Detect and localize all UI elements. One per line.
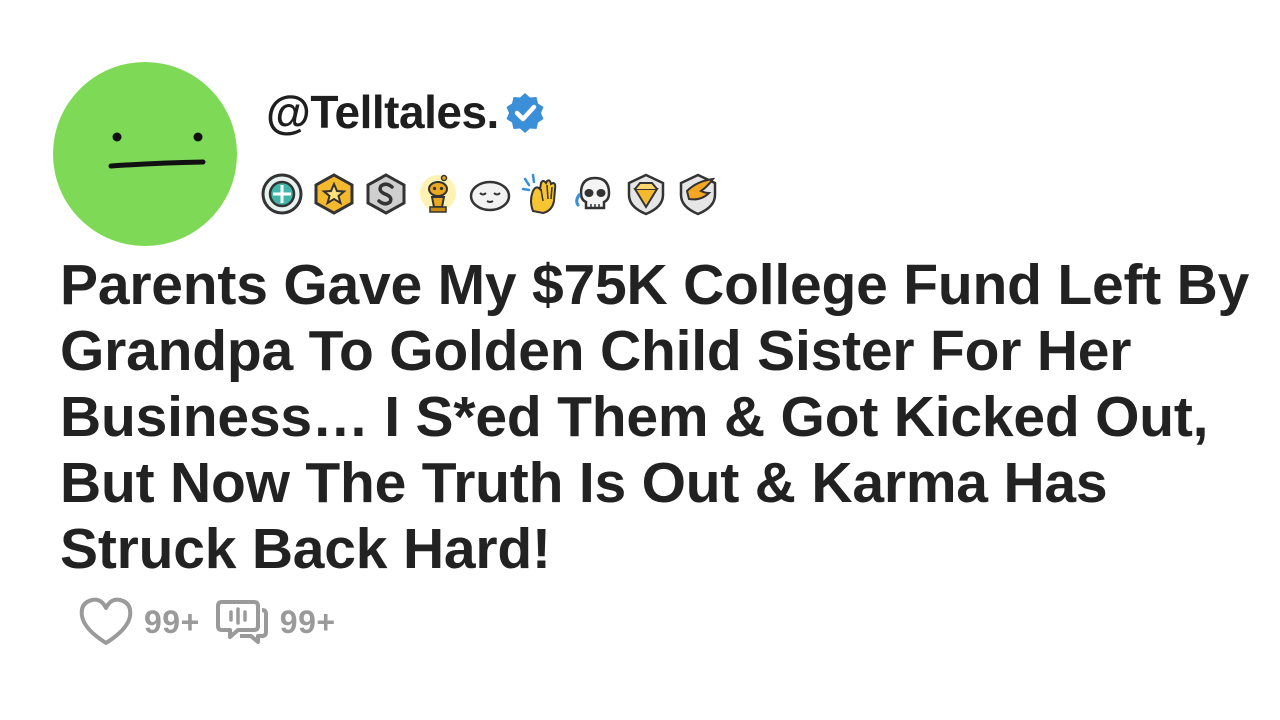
award-badges <box>258 168 726 220</box>
sleepy-blob-award-icon <box>466 170 514 218</box>
username[interactable]: @Telltales. <box>266 85 499 139</box>
gold-gem-shield-icon <box>622 170 670 218</box>
post-actions: 99+ 99+ <box>78 594 350 650</box>
like-count: 99+ <box>144 603 200 640</box>
verified-badge-icon <box>503 90 547 134</box>
avatar[interactable] <box>53 62 237 246</box>
silver-wing-shield-icon <box>674 170 722 218</box>
post-title: Parents Gave My $75K College Fund Left B… <box>60 253 1250 581</box>
rocket-award-icon <box>258 170 306 218</box>
neutral-face-icon <box>108 132 206 169</box>
post-card: @Telltales. Parents Gave My $75K College… <box>0 0 1280 720</box>
gold-star-award-icon <box>310 170 358 218</box>
crying-laughing-skull-icon <box>570 170 618 218</box>
gold-snoo-trophy-icon <box>414 170 462 218</box>
comment-count: 99+ <box>279 603 336 640</box>
comment-icon[interactable] <box>214 596 270 648</box>
author-row: @Telltales. <box>266 82 547 142</box>
silver-s-award-icon <box>362 170 410 218</box>
heart-icon[interactable] <box>78 596 134 648</box>
clapping-hands-icon <box>518 170 566 218</box>
